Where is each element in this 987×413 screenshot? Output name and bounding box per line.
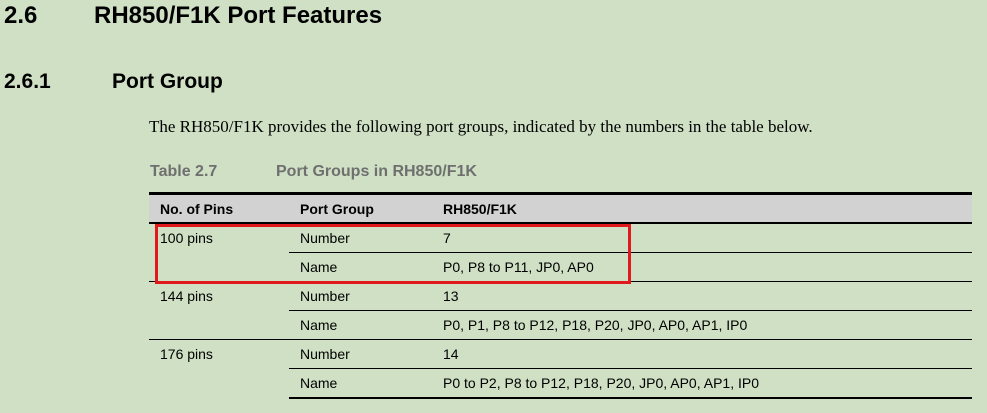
port-group-value: P0, P8 to P11, JP0, AP0 [432,252,972,282]
port-group-label: Name [289,252,432,282]
port-group-value: P0, P1, P8 to P12, P18, P20, JP0, AP0, A… [432,310,972,340]
table-header-row: No. of Pins Port Group RH850/F1K [149,192,972,224]
table-row: 176 pins Number 14 [149,339,972,398]
subsection-title: Port Group [112,70,223,93]
port-group-value: 14 [432,339,972,369]
port-group-value: P0 to P2, P8 to P12, P18, P20, JP0, AP0,… [432,368,972,399]
subsection-number: 2.6.1 [4,70,51,93]
header-port-group: Port Group [289,192,432,224]
pin-count-cell: 176 pins [149,339,289,398]
port-group-label: Number [289,281,432,311]
section-number: 2.6 [4,2,38,29]
pin-count-cell: 144 pins [149,281,289,340]
table-row: 100 pins Number 7 [149,222,972,282]
table-caption-title: Port Groups in RH850/F1K [276,163,477,180]
port-groups-table: No. of Pins Port Group RH850/F1K 100 pin… [149,192,972,399]
section-title: RH850/F1K Port Features [94,2,383,29]
port-group-value: 13 [432,281,972,311]
port-group-label: Number [289,222,432,253]
port-group-label: Name [289,310,432,340]
port-group-label: Number [289,339,432,369]
table-caption-number: Table 2.7 [150,163,218,180]
table-row: 144 pins Number 13 [149,281,972,340]
intro-paragraph: The RH850/F1K provides the following por… [149,117,813,136]
port-group-label: Name [289,368,432,399]
header-no-of-pins: No. of Pins [149,192,289,224]
pin-count-cell: 100 pins [149,222,289,282]
header-device: RH850/F1K [432,192,972,224]
port-group-value: 7 [432,222,972,253]
